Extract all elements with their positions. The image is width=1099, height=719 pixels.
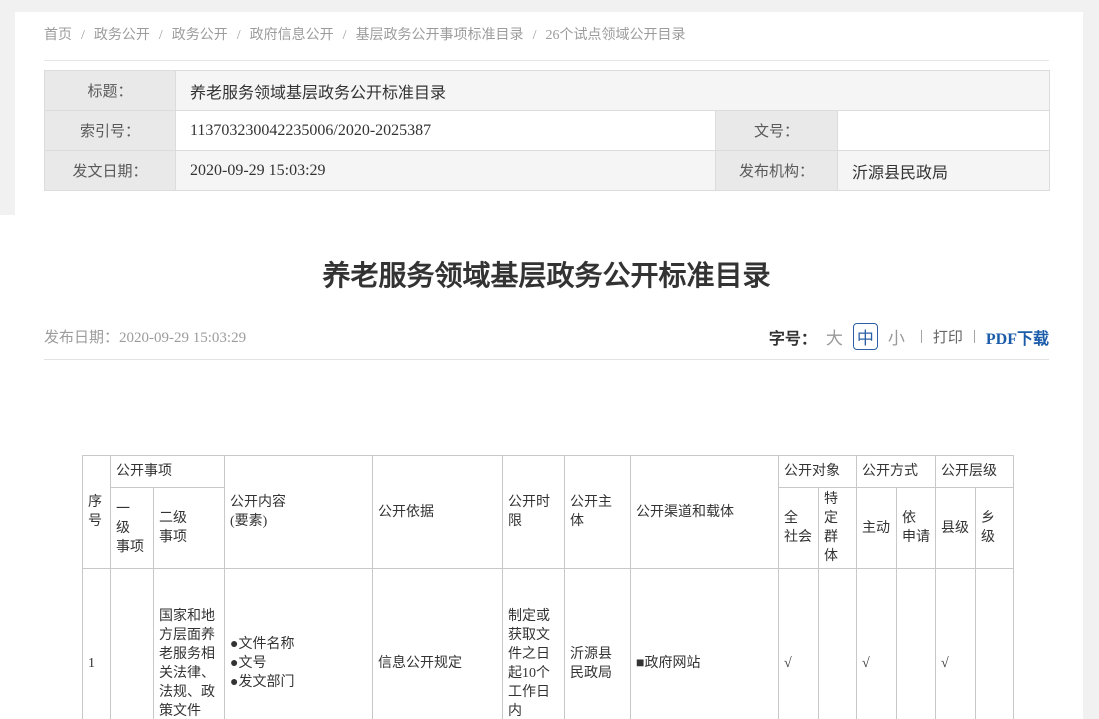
breadcrumb: 首页 / 政务公开 / 政务公开 / 政府信息公开 / 基层政务公开事项标准目录 / 26个试点领域… xyxy=(44,24,1049,61)
cell-level1-item xyxy=(111,569,154,719)
cell-level2-item: 国家和地方层面养老服务相关法律、法规、政策文件 xyxy=(154,569,225,719)
cell-township-level-check xyxy=(976,569,1014,719)
cell-all-society-check: √ xyxy=(779,569,819,719)
cell-channels-carriers: ■政府网站 xyxy=(631,569,779,719)
table-row: 1 国家和地方层面养老服务相关法律、法规、政策文件 ●文件名称 ●文号 ●发文部… xyxy=(83,569,1014,719)
breadcrumb-item-standard-catalog[interactable]: 基层政务公开事项标准目录 xyxy=(356,28,524,43)
col-header-disclosure-items: 公开事项 xyxy=(111,456,225,488)
col-header-township-level: 乡级 xyxy=(976,488,1014,569)
meta-docnum-value xyxy=(838,111,1050,151)
document-meta-table: 标题： 养老服务领域基层政务公开标准目录 索引号： 11370323004223… xyxy=(44,70,1050,191)
meta-agency-label: 发布机构： xyxy=(716,151,838,191)
cell-on-request-check xyxy=(897,569,936,719)
cell-serial-number: 1 xyxy=(83,569,111,719)
cell-disclosure-basis: 信息公开规定 xyxy=(373,569,503,719)
col-header-channels-carriers: 公开渠道和载体 xyxy=(631,456,779,569)
breadcrumb-separator: / xyxy=(237,28,241,43)
meta-title-label: 标题： xyxy=(45,71,176,111)
publish-date: 发布日期：2020-09-29 15:03:29 xyxy=(44,326,246,347)
col-header-level1-item: 一 级 事项 xyxy=(111,488,154,569)
breadcrumb-item-pilot-catalog-current: 26个试点领域公开目录 xyxy=(545,28,685,43)
col-header-all-society: 全 社会 xyxy=(779,488,819,569)
print-button[interactable]: 打印 xyxy=(933,326,963,347)
breadcrumb-item-gov-affairs[interactable]: 政务公开 xyxy=(94,28,150,43)
publish-date-label: 发布日期： xyxy=(44,330,119,346)
cell-time-limit: 制定或获取文件之日起10个工作日内 xyxy=(503,569,565,719)
meta-date-label: 发文日期： xyxy=(45,151,176,191)
cell-county-level-check: √ xyxy=(936,569,976,719)
breadcrumb-item-gov-affairs-2[interactable]: 政务公开 xyxy=(172,28,228,43)
font-size-small-button[interactable]: 小 xyxy=(888,324,905,349)
col-header-disclosure-subject: 公开主体 xyxy=(565,456,631,569)
page-title: 养老服务领域基层政务公开标准目录 xyxy=(44,258,1049,294)
meta-date-value: 2020-09-29 15:03:29 xyxy=(176,151,716,191)
catalog-table: 序号 公开事项 公开内容 (要素) 公开依据 公开时限 公开主体 公开渠道和载体… xyxy=(82,455,1014,719)
cell-disclosure-subject: 沂源县民政局 xyxy=(565,569,631,719)
breadcrumb-separator: / xyxy=(533,28,537,43)
page-background-left xyxy=(0,12,15,215)
article-info-bar: 发布日期：2020-09-29 15:03:29 字号： 大 中 小 | 打印 … xyxy=(44,314,1049,360)
font-size-label: 字号： xyxy=(769,325,817,349)
page-background-top xyxy=(0,0,1099,12)
meta-agency-value: 沂源县民政局 xyxy=(838,151,1050,191)
article-controls: 字号： 大 中 小 | 打印 | PDF下载 xyxy=(769,323,1049,350)
col-header-specific-group: 特定 群体 xyxy=(819,488,857,569)
meta-index-value: 113703230042235006/2020-2025387 xyxy=(176,111,716,151)
controls-separator: | xyxy=(973,328,976,345)
font-size-large-button[interactable]: 大 xyxy=(826,324,843,349)
font-size-medium-button[interactable]: 中 xyxy=(853,323,878,350)
table-header-row-1: 序号 公开事项 公开内容 (要素) 公开依据 公开时限 公开主体 公开渠道和载体… xyxy=(83,456,1014,488)
col-header-disclosure-level: 公开层级 xyxy=(936,456,1014,488)
meta-title-value: 养老服务领域基层政务公开标准目录 xyxy=(176,71,1050,111)
controls-separator: | xyxy=(920,328,923,345)
col-header-proactive: 主动 xyxy=(857,488,897,569)
meta-row-date: 发文日期： 2020-09-29 15:03:29 发布机构： 沂源县民政局 xyxy=(45,151,1050,191)
meta-index-label: 索引号： xyxy=(45,111,176,151)
meta-row-index: 索引号： 113703230042235006/2020-2025387 文号： xyxy=(45,111,1050,151)
breadcrumb-separator: / xyxy=(159,28,163,43)
publish-date-value: 2020-09-29 15:03:29 xyxy=(119,330,246,346)
col-header-on-request: 依 申请 xyxy=(897,488,936,569)
page-background-right xyxy=(1083,0,1099,719)
col-header-county-level: 县级 xyxy=(936,488,976,569)
col-header-level2-item: 二级 事项 xyxy=(154,488,225,569)
meta-docnum-label: 文号： xyxy=(716,111,838,151)
meta-row-title: 标题： 养老服务领域基层政务公开标准目录 xyxy=(45,71,1050,111)
col-header-disclosure-audience: 公开对象 xyxy=(779,456,857,488)
breadcrumb-separator: / xyxy=(81,28,85,43)
col-header-serial-number: 序号 xyxy=(83,456,111,569)
cell-specific-group-check xyxy=(819,569,857,719)
cell-proactive-check: √ xyxy=(857,569,897,719)
col-header-time-limit: 公开时限 xyxy=(503,456,565,569)
breadcrumb-item-gov-info-disclosure[interactable]: 政府信息公开 xyxy=(250,28,334,43)
col-header-disclosure-basis: 公开依据 xyxy=(373,456,503,569)
col-header-disclosure-method: 公开方式 xyxy=(857,456,936,488)
page: 首页 / 政务公开 / 政务公开 / 政府信息公开 / 基层政务公开事项标准目录 / 26个试点领域… xyxy=(0,0,1099,719)
breadcrumb-separator: / xyxy=(343,28,347,43)
col-header-disclosure-content: 公开内容 (要素) xyxy=(225,456,373,569)
breadcrumb-item-home[interactable]: 首页 xyxy=(44,28,72,43)
pdf-download-button[interactable]: PDF下载 xyxy=(986,325,1049,349)
cell-disclosure-content: ●文件名称 ●文号 ●发文部门 xyxy=(225,569,373,719)
